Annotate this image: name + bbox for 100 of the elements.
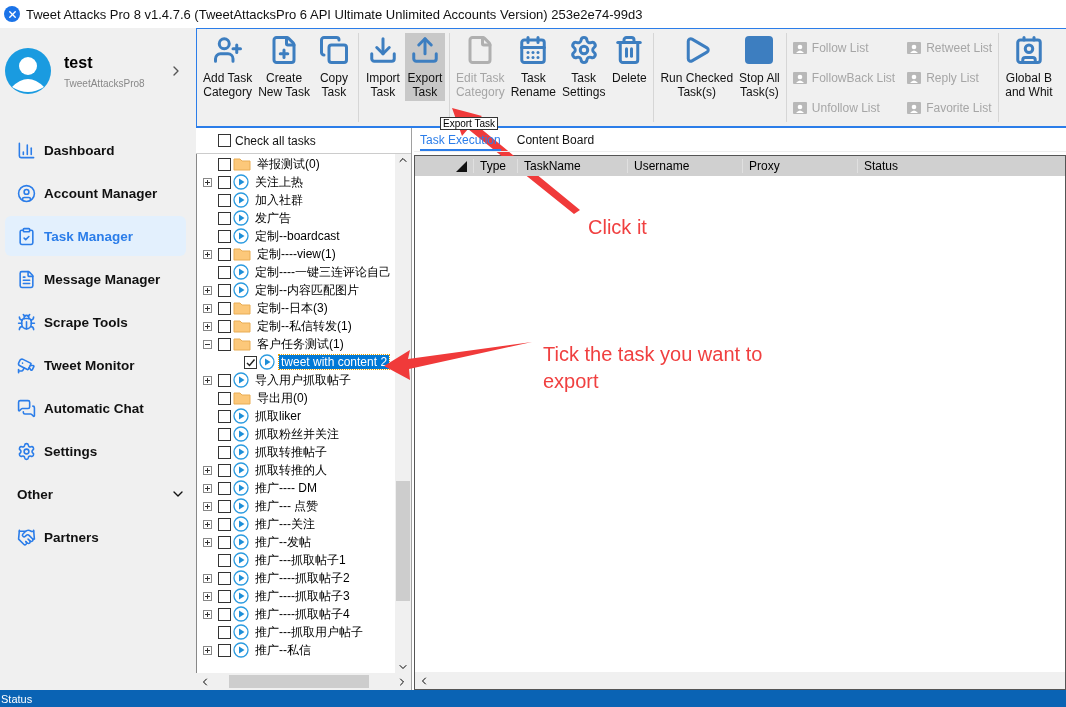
scrollbar-thumb[interactable] bbox=[228, 675, 369, 688]
checkbox[interactable] bbox=[218, 247, 231, 261]
nav-item[interactable]: Scrape Tools bbox=[5, 302, 186, 342]
toolbar-button[interactable]: Export Task bbox=[404, 33, 445, 101]
nav-item[interactable]: Dashboard bbox=[5, 130, 186, 170]
checkbox[interactable] bbox=[218, 427, 231, 441]
checkbox[interactable] bbox=[218, 337, 231, 351]
tree-item[interactable]: 推广---抓取用户帖子 bbox=[253, 623, 365, 641]
expand-icon[interactable] bbox=[203, 321, 212, 331]
tree-item[interactable]: tweet with content 2 bbox=[279, 355, 390, 369]
checkbox[interactable] bbox=[218, 499, 231, 513]
toolbar-button[interactable]: Delete bbox=[609, 33, 650, 87]
tree-item[interactable]: 抓取粉丝并关注 bbox=[253, 425, 341, 443]
checkbox[interactable] bbox=[218, 553, 231, 567]
tree-item[interactable]: 定制--boardcast bbox=[253, 227, 342, 245]
checkbox[interactable] bbox=[218, 157, 231, 171]
tree-item[interactable]: 推广----抓取帖子4 bbox=[253, 605, 352, 623]
tree-item[interactable]: 抓取liker bbox=[253, 407, 303, 425]
tree-item[interactable]: 抓取转推帖子 bbox=[253, 443, 329, 461]
collapse-icon[interactable] bbox=[203, 339, 212, 349]
tree-item[interactable]: 导入用户抓取帖子 bbox=[253, 371, 353, 389]
checkbox[interactable] bbox=[218, 589, 231, 603]
expand-icon[interactable] bbox=[203, 483, 212, 493]
expand-icon[interactable] bbox=[203, 177, 212, 187]
checkbox[interactable] bbox=[218, 625, 231, 639]
tree-item[interactable]: 推广---关注 bbox=[253, 515, 317, 533]
checkbox[interactable] bbox=[218, 193, 231, 207]
expand-icon[interactable] bbox=[203, 501, 212, 511]
checkbox[interactable] bbox=[244, 355, 257, 369]
expand-icon[interactable] bbox=[203, 645, 212, 655]
tree-item[interactable]: 发广告 bbox=[253, 209, 293, 227]
checkbox[interactable] bbox=[218, 211, 231, 225]
tree-item[interactable]: 导出用(0) bbox=[255, 389, 310, 407]
toolbar-button[interactable]: Stop All Task(s) bbox=[737, 33, 782, 101]
checkbox[interactable] bbox=[218, 373, 231, 387]
check-all-checkbox[interactable]: Check all tasks bbox=[218, 133, 316, 148]
nav-item[interactable]: Tweet Monitor bbox=[5, 345, 186, 385]
tree-item[interactable]: 定制----一键三连评论自己 bbox=[253, 263, 393, 281]
expand-icon[interactable] bbox=[203, 573, 212, 583]
horizontal-scrollbar[interactable] bbox=[415, 672, 1065, 689]
checkbox[interactable] bbox=[218, 643, 231, 657]
nav-item[interactable]: Automatic Chat bbox=[5, 388, 186, 428]
expand-icon[interactable] bbox=[203, 465, 212, 475]
tab[interactable]: Content Board bbox=[516, 133, 595, 151]
checkbox[interactable] bbox=[218, 265, 231, 279]
checkbox[interactable] bbox=[218, 301, 231, 315]
nav-item[interactable]: Task Manager bbox=[5, 216, 186, 256]
checkbox[interactable] bbox=[218, 571, 231, 585]
expand-icon[interactable] bbox=[203, 375, 212, 385]
vertical-scrollbar[interactable] bbox=[395, 154, 411, 673]
tree-item[interactable]: 推广----抓取帖子3 bbox=[253, 587, 352, 605]
column-header[interactable]: Type bbox=[473, 159, 517, 173]
column-header[interactable]: Username bbox=[627, 159, 742, 173]
horizontal-scrollbar[interactable] bbox=[196, 673, 411, 690]
nav-section[interactable]: Other bbox=[5, 474, 186, 514]
checkbox[interactable] bbox=[218, 607, 231, 621]
toolbar-button[interactable]: Add Task Category bbox=[201, 33, 255, 101]
expand-icon[interactable] bbox=[203, 519, 212, 529]
checkbox[interactable] bbox=[218, 517, 231, 531]
checkbox[interactable] bbox=[218, 229, 231, 243]
tree-item[interactable]: 关注上热 bbox=[253, 173, 305, 191]
toolbar-button[interactable]: Run Checked Task(s) bbox=[658, 33, 736, 101]
tree-item[interactable]: 推广---- DM bbox=[253, 479, 319, 497]
tree-item[interactable]: 定制--内容匹配图片 bbox=[253, 281, 361, 299]
tree-item[interactable]: 定制--日本(3) bbox=[255, 299, 330, 317]
nav-item[interactable]: Partners bbox=[5, 517, 186, 557]
checkbox[interactable] bbox=[218, 463, 231, 477]
toolbar-button[interactable]: Import Task bbox=[362, 33, 403, 101]
scrollbar-thumb[interactable] bbox=[396, 481, 410, 601]
checkbox[interactable] bbox=[218, 535, 231, 549]
expand-icon[interactable] bbox=[203, 285, 212, 295]
tree-item[interactable]: 推广---抓取帖子1 bbox=[253, 551, 348, 569]
tree-item[interactable]: 加入社群 bbox=[253, 191, 305, 209]
expand-icon[interactable] bbox=[203, 249, 212, 259]
toolbar-button[interactable]: Create New Task bbox=[256, 33, 312, 101]
checkbox[interactable] bbox=[218, 175, 231, 189]
sort-icon[interactable] bbox=[456, 160, 467, 172]
tree-item[interactable]: 推广--- 点赞 bbox=[253, 497, 321, 515]
checkbox[interactable] bbox=[218, 409, 231, 423]
checkbox[interactable] bbox=[218, 391, 231, 405]
tree-item[interactable]: 抓取转推的人 bbox=[253, 461, 329, 479]
tree-item[interactable]: 推广----抓取帖子2 bbox=[253, 569, 352, 587]
checkbox[interactable] bbox=[218, 481, 231, 495]
tree-item[interactable]: 举报测试(0) bbox=[255, 155, 322, 173]
tree-item[interactable]: 客户任务测试(1) bbox=[255, 335, 346, 353]
column-header[interactable]: Proxy bbox=[742, 159, 857, 173]
toolbar-button[interactable]: Task Settings bbox=[560, 33, 608, 101]
toolbar-button[interactable]: Global B and Whit bbox=[1003, 33, 1055, 101]
checkbox[interactable] bbox=[218, 319, 231, 333]
tree-item[interactable]: 定制----view(1) bbox=[255, 245, 338, 263]
tree-item[interactable]: 推广--发帖 bbox=[253, 533, 313, 551]
nav-item[interactable]: Message Manager bbox=[5, 259, 186, 299]
checkbox[interactable] bbox=[218, 445, 231, 459]
toolbar-button[interactable]: Task Rename bbox=[508, 33, 558, 101]
checkbox[interactable] bbox=[218, 283, 231, 297]
column-header[interactable]: TaskName bbox=[517, 159, 627, 173]
toolbar-button[interactable]: Copy Task bbox=[313, 33, 354, 101]
expand-icon[interactable] bbox=[203, 609, 212, 619]
tree-item[interactable]: 定制--私信转发(1) bbox=[255, 317, 354, 335]
column-header[interactable]: Status bbox=[857, 159, 1057, 173]
